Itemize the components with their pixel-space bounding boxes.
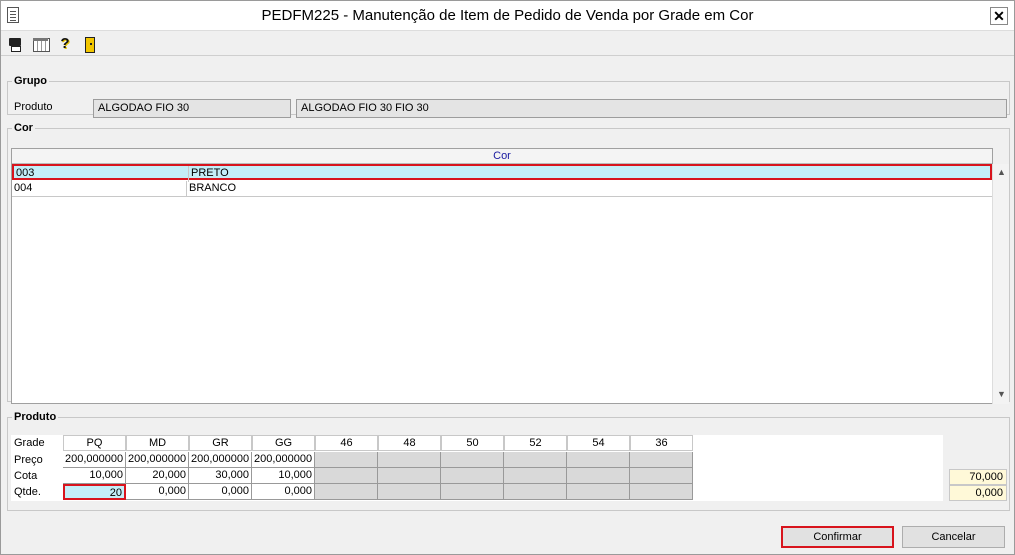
preco-cell <box>504 452 567 468</box>
help-icon[interactable]: ? <box>56 35 74 53</box>
preco-row-label: Preço <box>14 454 43 466</box>
preco-cell <box>315 452 378 468</box>
cota-cell <box>630 468 693 484</box>
preco-cell: 200,000000 <box>252 452 315 468</box>
preco-cell: 200,000000 <box>63 452 126 468</box>
main-window: PEDFM225 - Manutenção de Item de Pedido … <box>0 0 1015 555</box>
cor-code-cell: 004 <box>14 182 33 194</box>
produto-legend: Produto <box>14 411 57 423</box>
qtde-cell[interactable] <box>567 484 630 500</box>
produto-label: Produto <box>14 101 53 113</box>
chevron-down-icon[interactable]: ▼ <box>995 388 1008 401</box>
confirmar-button[interactable]: Confirmar <box>781 526 894 548</box>
size-header-cell: PQ <box>63 435 126 451</box>
cota-cell <box>315 468 378 484</box>
qtde-cell[interactable]: 0,000 <box>126 484 189 500</box>
cota-cell: 10,000 <box>63 468 126 484</box>
size-header-cell: 54 <box>567 435 630 451</box>
size-header-cell: GR <box>189 435 252 451</box>
produto-grid: Grade Preço Cota Qtde. PQ 200,000000 10,00… <box>11 435 943 501</box>
cor-code-cell: 003 <box>16 167 35 179</box>
preco-cell <box>378 452 441 468</box>
calendar-icon[interactable] <box>32 35 50 53</box>
toolbar: ? <box>1 32 1014 56</box>
cor-column-header[interactable]: Cor <box>12 149 992 164</box>
printer-icon[interactable] <box>7 35 25 53</box>
vertical-scrollbar[interactable]: ▲ ▼ <box>992 164 1009 404</box>
cancelar-button[interactable]: Cancelar <box>902 526 1005 548</box>
cota-cell <box>378 468 441 484</box>
qtde-cell[interactable] <box>630 484 693 500</box>
cor-legend: Cor <box>14 122 33 134</box>
table-row[interactable]: 004 BRANCO <box>12 181 992 197</box>
window-title: PEDFM225 - Manutenção de Item de Pedido … <box>261 7 754 24</box>
size-header-cell: 36 <box>630 435 693 451</box>
qtde-cell[interactable] <box>315 484 378 500</box>
qtde-cell[interactable] <box>441 484 504 500</box>
chevron-up-icon[interactable]: ▲ <box>995 166 1008 179</box>
cota-cell <box>504 468 567 484</box>
qtde-row-label: Qtde. <box>14 486 41 498</box>
cor-section: Cor Cor 003 PRETO 004 BRANCO ▲ ▼ <box>7 122 1010 404</box>
cota-row-label: Cota <box>14 470 38 482</box>
cota-cell <box>567 468 630 484</box>
grupo-legend: Grupo <box>14 75 47 87</box>
size-header-cell: 46 <box>315 435 378 451</box>
preco-cell: 200,000000 <box>189 452 252 468</box>
qtde-cell[interactable] <box>504 484 567 500</box>
cor-name-cell: PRETO <box>191 167 229 179</box>
produto-section: Produto Grade Preço Cota Qtde. PQ 200,000… <box>7 411 1010 511</box>
produto-code-field[interactable]: ALGODAO FIO 30 <box>93 99 291 118</box>
cota-cell <box>441 468 504 484</box>
grade-row-label: Grade <box>14 437 45 449</box>
qtde-total: 0,000 <box>949 485 1007 501</box>
produto-desc-field[interactable]: ALGODAO FIO 30 FIO 30 <box>296 99 1007 118</box>
exit-icon[interactable] <box>81 35 99 53</box>
size-header-cell: 48 <box>378 435 441 451</box>
cor-name-cell: BRANCO <box>189 182 237 194</box>
preco-cell <box>441 452 504 468</box>
title-bar: PEDFM225 - Manutenção de Item de Pedido … <box>1 1 1014 31</box>
cota-total: 70,000 <box>949 469 1007 485</box>
qtde-cell[interactable]: 20 <box>63 484 126 500</box>
cota-cell: 30,000 <box>189 468 252 484</box>
size-header-cell: GG <box>252 435 315 451</box>
cota-cell: 20,000 <box>126 468 189 484</box>
qtde-cell[interactable] <box>378 484 441 500</box>
close-button[interactable]: ✕ <box>990 7 1008 25</box>
table-row[interactable]: 003 PRETO <box>12 164 992 182</box>
size-header-cell: 52 <box>504 435 567 451</box>
qtde-cell[interactable]: 0,000 <box>252 484 315 500</box>
cor-grid: Cor 003 PRETO 004 BRANCO ▲ ▼ <box>11 148 1009 404</box>
preco-cell <box>630 452 693 468</box>
cota-cell: 10,000 <box>252 468 315 484</box>
preco-cell: 200,000000 <box>126 452 189 468</box>
qtde-cell[interactable]: 0,000 <box>189 484 252 500</box>
size-header-cell: 50 <box>441 435 504 451</box>
grupo-section: Grupo Produto ALGODAO FIO 30 ALGODAO FIO… <box>7 75 1010 118</box>
size-header-cell: MD <box>126 435 189 451</box>
preco-cell <box>567 452 630 468</box>
